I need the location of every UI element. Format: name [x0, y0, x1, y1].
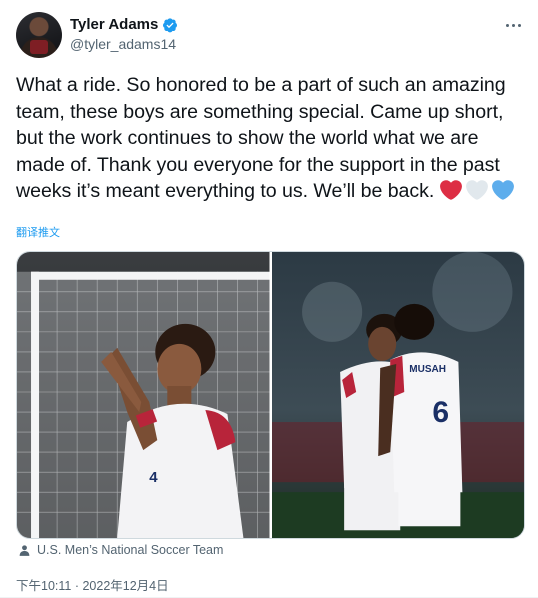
avatar-detail [30, 40, 48, 54]
more-dot-icon [517, 23, 521, 27]
tagged-account-label: U.S. Men’s National Soccer Team [37, 543, 224, 557]
tagged-people-row[interactable]: U.S. Men’s National Soccer Team [18, 543, 223, 557]
tweet-timestamp[interactable]: 下午10:11 · 2022年12月4日 [16, 575, 169, 594]
photo-2-image: 4 MUSAH 6 [271, 252, 524, 538]
tweet-photo-1[interactable]: 4 [17, 252, 270, 538]
blue-heart-icon [491, 180, 514, 200]
author-avatar[interactable] [16, 12, 62, 58]
tweet-photo-2[interactable]: 4 MUSAH 6 [271, 252, 524, 538]
tweet-card: Tyler Adams @tyler_adams14 What a ride. … [0, 0, 538, 598]
media-grid: 4 MUSAH 6 [16, 251, 525, 539]
verified-badge-icon [163, 18, 178, 33]
more-dot-icon [511, 23, 515, 27]
photo-1-jersey-number: 4 [149, 469, 158, 486]
photo-1-image: 4 [17, 252, 270, 538]
white-heart-icon [465, 180, 488, 200]
tweet-text-block: What a ride. So honored to be a part of … [16, 72, 528, 205]
red-heart-icon [439, 180, 462, 200]
author-display-name[interactable]: Tyler Adams [70, 16, 158, 34]
author-handle[interactable]: @tyler_adams14 [70, 36, 176, 52]
photo-2-name-text: MUSAH [409, 364, 446, 375]
photo-2-front-jersey-number: 6 [432, 396, 449, 429]
more-dot-icon [505, 23, 509, 27]
more-options-button[interactable] [502, 14, 524, 36]
tweet-text: What a ride. So honored to be a part of … [16, 74, 511, 202]
translate-tweet-link[interactable]: 翻译推文 [16, 224, 60, 240]
author-name-row: Tyler Adams [70, 16, 178, 34]
person-icon [19, 544, 30, 556]
